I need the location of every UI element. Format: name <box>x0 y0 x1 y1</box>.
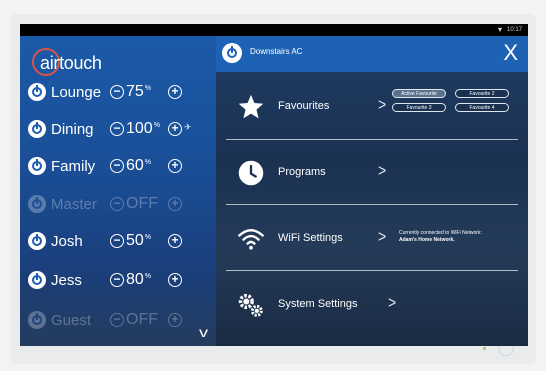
power-icon[interactable] <box>28 232 46 250</box>
menu-item-system-settings[interactable]: System Settings > <box>226 274 518 336</box>
zone-panel: airtouch Lounge − 75% + Dining − 100% + … <box>20 36 216 346</box>
zone-row-master: Master − OFF + <box>28 192 214 218</box>
star-icon <box>236 93 266 121</box>
zone-name: Guest <box>51 312 92 329</box>
decrease-button[interactable]: − <box>110 122 124 136</box>
decrease-button[interactable]: − <box>110 273 124 287</box>
zone-value: 60% <box>126 157 152 174</box>
zone-name: Josh <box>51 233 83 250</box>
menu-label: Programs <box>278 166 326 178</box>
zone-name: Lounge <box>51 84 102 101</box>
zone-value: OFF <box>126 311 158 328</box>
airtouch-logo: airtouch <box>30 46 150 80</box>
chevron-right-icon: > <box>388 292 397 312</box>
divider <box>226 204 518 205</box>
menu-label: Favourites <box>278 100 330 112</box>
favourite-button-2[interactable]: Favourite 2 <box>455 89 509 98</box>
divider <box>226 270 518 271</box>
power-icon[interactable] <box>28 120 46 138</box>
decrease-button[interactable]: − <box>110 159 124 173</box>
menu-label: WiFi Settings <box>278 232 343 244</box>
wifi-status-text: Currently connected to WiFi Network: Adam… <box>399 230 482 243</box>
zone-row-guest: Guest − OFF + <box>28 308 214 334</box>
power-icon[interactable] <box>28 311 46 329</box>
scroll-down-chevron-icon[interactable]: v <box>199 324 208 340</box>
ac-header: Downstairs AC X <box>216 36 528 72</box>
zone-value: 75% <box>126 83 152 100</box>
chevron-right-icon: > <box>378 94 387 114</box>
wifi-signal-icon: ▾ <box>497 25 502 34</box>
increase-button[interactable]: + <box>168 159 182 173</box>
increase-button[interactable]: + <box>168 273 182 287</box>
zone-name: Master <box>51 196 97 213</box>
favourite-button-3[interactable]: Favourite 3 <box>392 103 446 112</box>
chevron-right-icon: > <box>378 226 387 246</box>
zone-name: Jess <box>51 272 82 289</box>
increase-button[interactable]: + <box>168 313 182 327</box>
power-icon[interactable] <box>28 195 46 213</box>
decrease-button[interactable]: − <box>110 313 124 327</box>
gears-icon <box>236 291 266 319</box>
clock-icon <box>236 159 266 187</box>
screen: ▾ 10:17 airtouch Lounge − 75% + Dining −… <box>20 24 528 346</box>
zone-name: Family <box>51 158 96 175</box>
settings-panel: Downstairs AC X Favourites > Active Favo… <box>216 36 528 346</box>
power-icon[interactable] <box>28 271 46 289</box>
favourite-button-active[interactable]: Active Favourite <box>392 89 446 98</box>
zone-row-jess: Jess − 80% + <box>28 268 214 294</box>
logo-text: airtouch <box>40 53 102 73</box>
zone-value: 80% <box>126 271 152 288</box>
wifi-icon <box>236 225 266 253</box>
increase-button[interactable]: + <box>168 122 182 136</box>
menu-label: System Settings <box>278 298 358 310</box>
divider <box>226 139 518 140</box>
menu-item-wifi[interactable]: WiFi Settings > Currently connected to W… <box>226 208 518 270</box>
status-time: 10:17 <box>506 27 522 33</box>
power-icon[interactable] <box>28 83 46 101</box>
zone-row-dining: Dining − 100% + ✈ <box>28 117 214 143</box>
indicator-led <box>483 347 486 350</box>
zone-name: Dining <box>51 121 94 138</box>
zone-value: 50% <box>126 232 152 249</box>
decrease-button[interactable]: − <box>110 85 124 99</box>
zone-value: OFF <box>126 195 158 212</box>
menu-item-favourites[interactable]: Favourites > Active Favourite Favourite … <box>226 76 518 138</box>
ac-power-icon[interactable] <box>222 43 242 63</box>
increase-button[interactable]: + <box>168 234 182 248</box>
chevron-right-icon: > <box>378 160 387 180</box>
zone-row-josh: Josh − 50% + <box>28 229 214 255</box>
spill-icon: ✈ <box>184 122 192 132</box>
zone-row-lounge: Lounge − 75% + <box>28 80 214 106</box>
decrease-button[interactable]: − <box>110 234 124 248</box>
ac-title: Downstairs AC <box>250 47 303 56</box>
zone-value: 100% <box>126 120 160 137</box>
increase-button[interactable]: + <box>168 197 182 211</box>
power-icon[interactable] <box>28 157 46 175</box>
increase-button[interactable]: + <box>168 85 182 99</box>
status-bar: ▾ 10:17 <box>20 24 528 36</box>
favourite-button-4[interactable]: Favourite 4 <box>455 103 509 112</box>
zone-row-family: Family − 60% + <box>28 154 214 180</box>
close-button[interactable]: X <box>503 39 518 67</box>
decrease-button[interactable]: − <box>110 197 124 211</box>
menu-item-programs[interactable]: Programs > <box>226 142 518 204</box>
